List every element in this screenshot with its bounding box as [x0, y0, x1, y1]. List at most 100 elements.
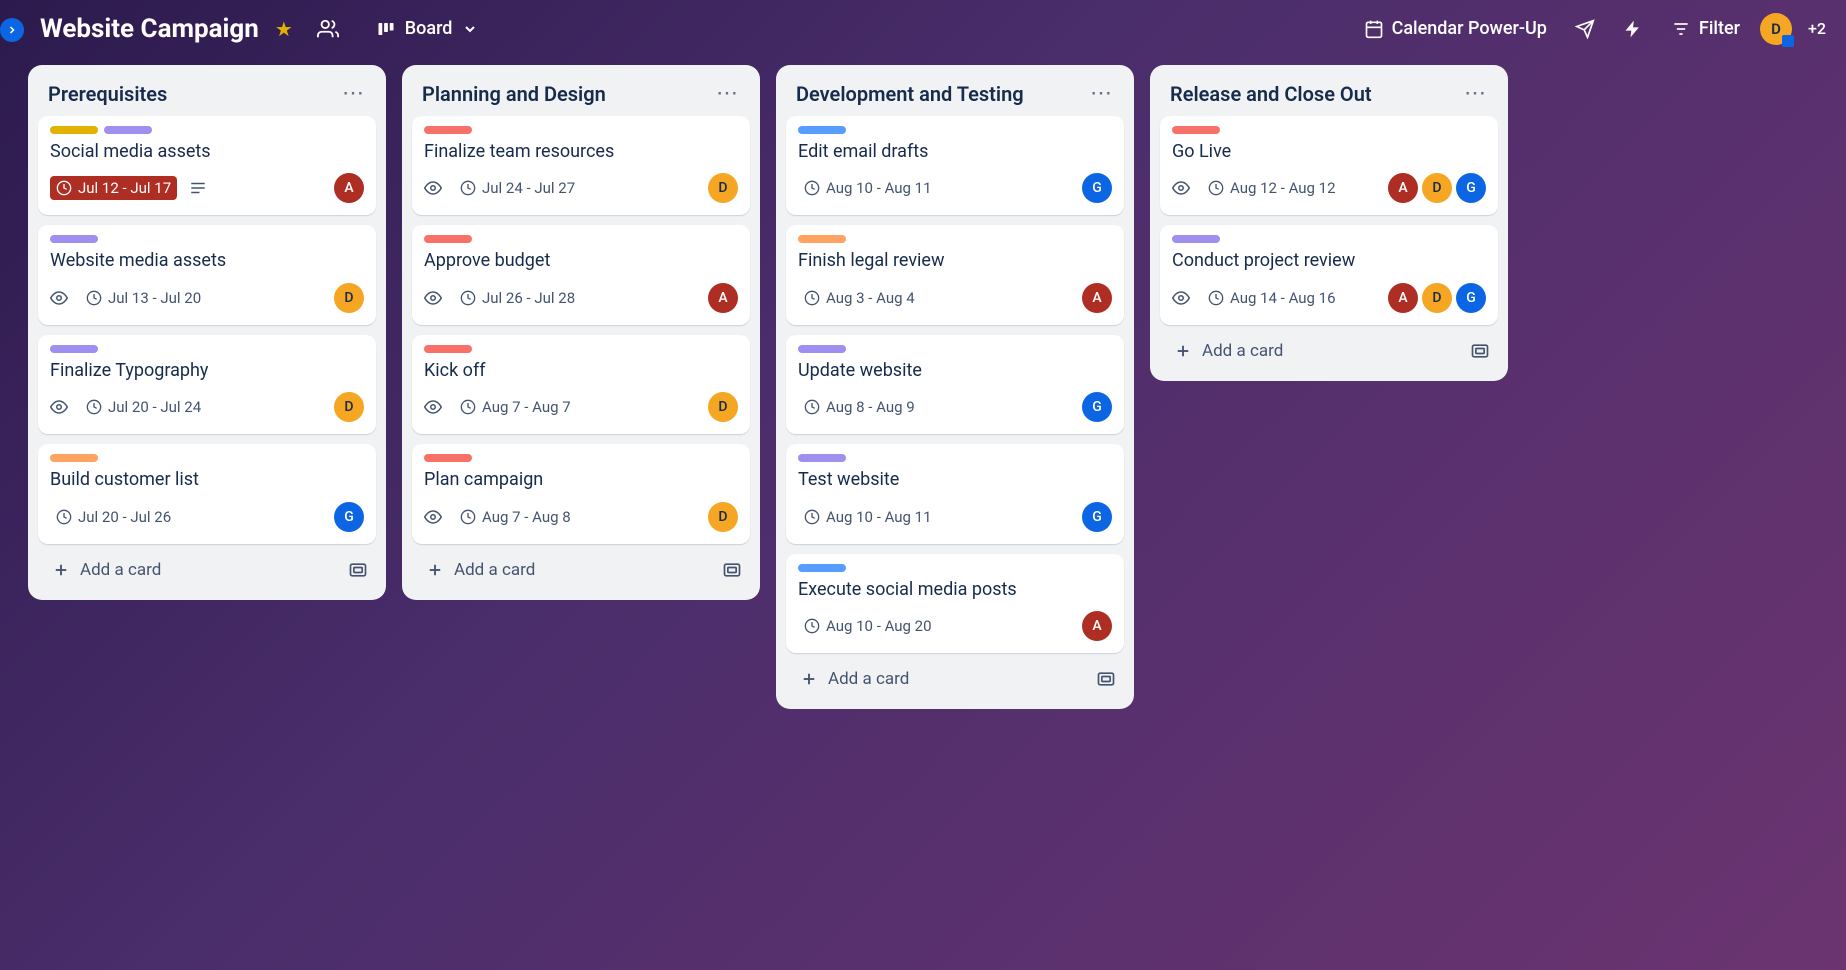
- card[interactable]: Approve budget Jul 26 - Jul 28 A: [412, 225, 750, 324]
- member-avatar[interactable]: A: [1082, 283, 1112, 313]
- card[interactable]: Test website Aug 10 - Aug 11 G: [786, 444, 1124, 543]
- due-date-badge[interactable]: Aug 10 - Aug 11: [798, 505, 938, 529]
- card-label[interactable]: [798, 564, 846, 572]
- card[interactable]: Social media assets Jul 12 - Jul 17 A: [38, 116, 376, 215]
- list-menu-button[interactable]: ⋯: [716, 81, 740, 106]
- card[interactable]: Finalize Typography Jul 20 - Jul 24 D: [38, 335, 376, 434]
- card-label[interactable]: [424, 126, 472, 134]
- sidebar-expand-button[interactable]: [0, 18, 24, 42]
- list: Release and Close Out ⋯ Go Live Aug 12 -…: [1150, 65, 1508, 381]
- member-avatar[interactable]: A: [1388, 283, 1418, 313]
- card-label[interactable]: [424, 235, 472, 243]
- card-template-button[interactable]: [1470, 341, 1490, 361]
- date-text: Aug 14 - Aug 16: [1230, 289, 1336, 307]
- list-menu-button[interactable]: ⋯: [1090, 81, 1114, 106]
- due-date-badge[interactable]: Jul 20 - Jul 26: [50, 505, 177, 529]
- due-date-badge[interactable]: Jul 24 - Jul 27: [454, 176, 581, 200]
- card-label[interactable]: [104, 126, 152, 134]
- member-avatar[interactable]: A: [1082, 611, 1112, 641]
- due-date-badge[interactable]: Aug 3 - Aug 4: [798, 286, 921, 310]
- member-avatar[interactable]: G: [1456, 283, 1486, 313]
- add-card-button[interactable]: Add a card: [46, 554, 167, 586]
- powerups-button[interactable]: [1615, 13, 1651, 45]
- member-avatar[interactable]: G: [1082, 173, 1112, 203]
- board-title[interactable]: Website Campaign: [40, 14, 259, 44]
- card-label[interactable]: [50, 345, 98, 353]
- member-avatar[interactable]: D: [708, 502, 738, 532]
- card-label[interactable]: [798, 345, 846, 353]
- clock-icon: [56, 509, 72, 525]
- due-date-badge[interactable]: Aug 12 - Aug 12: [1202, 176, 1342, 200]
- add-card-label: Add a card: [1202, 341, 1283, 361]
- member-avatar[interactable]: G: [1456, 173, 1486, 203]
- card-label[interactable]: [50, 126, 98, 134]
- card[interactable]: Website media assets Jul 13 - Jul 20 D: [38, 225, 376, 324]
- list-title[interactable]: Release and Close Out: [1170, 82, 1372, 106]
- due-date-badge[interactable]: Jul 26 - Jul 28: [454, 286, 581, 310]
- watch-icon: [50, 289, 68, 307]
- card-label[interactable]: [424, 345, 472, 353]
- member-avatar[interactable]: D: [1422, 173, 1452, 203]
- card-label[interactable]: [798, 235, 846, 243]
- list-title[interactable]: Prerequisites: [48, 82, 167, 106]
- card[interactable]: Go Live Aug 12 - Aug 12 ADG: [1160, 116, 1498, 215]
- due-date-badge[interactable]: Aug 7 - Aug 7: [454, 395, 577, 419]
- member-avatar[interactable]: D: [334, 283, 364, 313]
- card[interactable]: Plan campaign Aug 7 - Aug 8 D: [412, 444, 750, 543]
- list-menu-button[interactable]: ⋯: [342, 81, 366, 106]
- due-date-badge[interactable]: Aug 14 - Aug 16: [1202, 286, 1342, 310]
- list-menu-button[interactable]: ⋯: [1464, 81, 1488, 106]
- member-avatar[interactable]: G: [334, 502, 364, 532]
- automation-button[interactable]: [1567, 13, 1603, 45]
- due-date-badge[interactable]: Jul 12 - Jul 17: [50, 176, 177, 200]
- user-avatar[interactable]: D: [1760, 13, 1792, 45]
- member-avatar[interactable]: A: [708, 283, 738, 313]
- member-avatar[interactable]: D: [1422, 283, 1452, 313]
- member-avatar[interactable]: G: [1082, 392, 1112, 422]
- card[interactable]: Execute social media posts Aug 10 - Aug …: [786, 554, 1124, 653]
- list-title[interactable]: Development and Testing: [796, 82, 1024, 106]
- card[interactable]: Kick off Aug 7 - Aug 7 D: [412, 335, 750, 434]
- card[interactable]: Finish legal review Aug 3 - Aug 4 A: [786, 225, 1124, 324]
- add-card-button[interactable]: Add a card: [794, 663, 915, 695]
- card-label[interactable]: [798, 126, 846, 134]
- due-date-badge[interactable]: Aug 7 - Aug 8: [454, 505, 577, 529]
- clock-icon: [460, 290, 476, 306]
- watch-icon: [424, 398, 442, 416]
- card-label[interactable]: [1172, 235, 1220, 243]
- view-switcher[interactable]: Board: [377, 18, 479, 39]
- card-label[interactable]: [798, 454, 846, 462]
- member-avatar[interactable]: A: [1388, 173, 1418, 203]
- star-button[interactable]: ★: [271, 13, 297, 45]
- card[interactable]: Edit email drafts Aug 10 - Aug 11 G: [786, 116, 1124, 215]
- add-card-button[interactable]: Add a card: [420, 554, 541, 586]
- calendar-powerup-button[interactable]: Calendar Power-Up: [1356, 12, 1555, 45]
- due-date-badge[interactable]: Aug 8 - Aug 9: [798, 395, 921, 419]
- card[interactable]: Update website Aug 8 - Aug 9 G: [786, 335, 1124, 434]
- card-label[interactable]: [50, 235, 98, 243]
- card-template-button[interactable]: [348, 560, 368, 580]
- card[interactable]: Build customer list Jul 20 - Jul 26 G: [38, 444, 376, 543]
- card-label[interactable]: [424, 454, 472, 462]
- card-template-button[interactable]: [1096, 669, 1116, 689]
- member-avatar[interactable]: D: [334, 392, 364, 422]
- member-avatar[interactable]: D: [708, 392, 738, 422]
- share-button[interactable]: +2: [1808, 19, 1826, 38]
- filter-button[interactable]: Filter: [1663, 12, 1748, 45]
- card-label[interactable]: [50, 454, 98, 462]
- card[interactable]: Finalize team resources Jul 24 - Jul 27 …: [412, 116, 750, 215]
- member-avatar[interactable]: A: [334, 173, 364, 203]
- due-date-badge[interactable]: Jul 13 - Jul 20: [80, 286, 207, 310]
- card-label[interactable]: [1172, 126, 1220, 134]
- card-template-button[interactable]: [722, 560, 742, 580]
- due-date-badge[interactable]: Aug 10 - Aug 11: [798, 176, 938, 200]
- member-avatar[interactable]: G: [1082, 502, 1112, 532]
- member-avatar[interactable]: D: [708, 173, 738, 203]
- add-card-button[interactable]: Add a card: [1168, 335, 1289, 367]
- date-text: Aug 3 - Aug 4: [826, 289, 915, 307]
- list-title[interactable]: Planning and Design: [422, 82, 606, 106]
- due-date-badge[interactable]: Jul 20 - Jul 24: [80, 395, 207, 419]
- workspace-visible-button[interactable]: [309, 14, 347, 44]
- due-date-badge[interactable]: Aug 10 - Aug 20: [798, 614, 938, 638]
- card[interactable]: Conduct project review Aug 14 - Aug 16 A…: [1160, 225, 1498, 324]
